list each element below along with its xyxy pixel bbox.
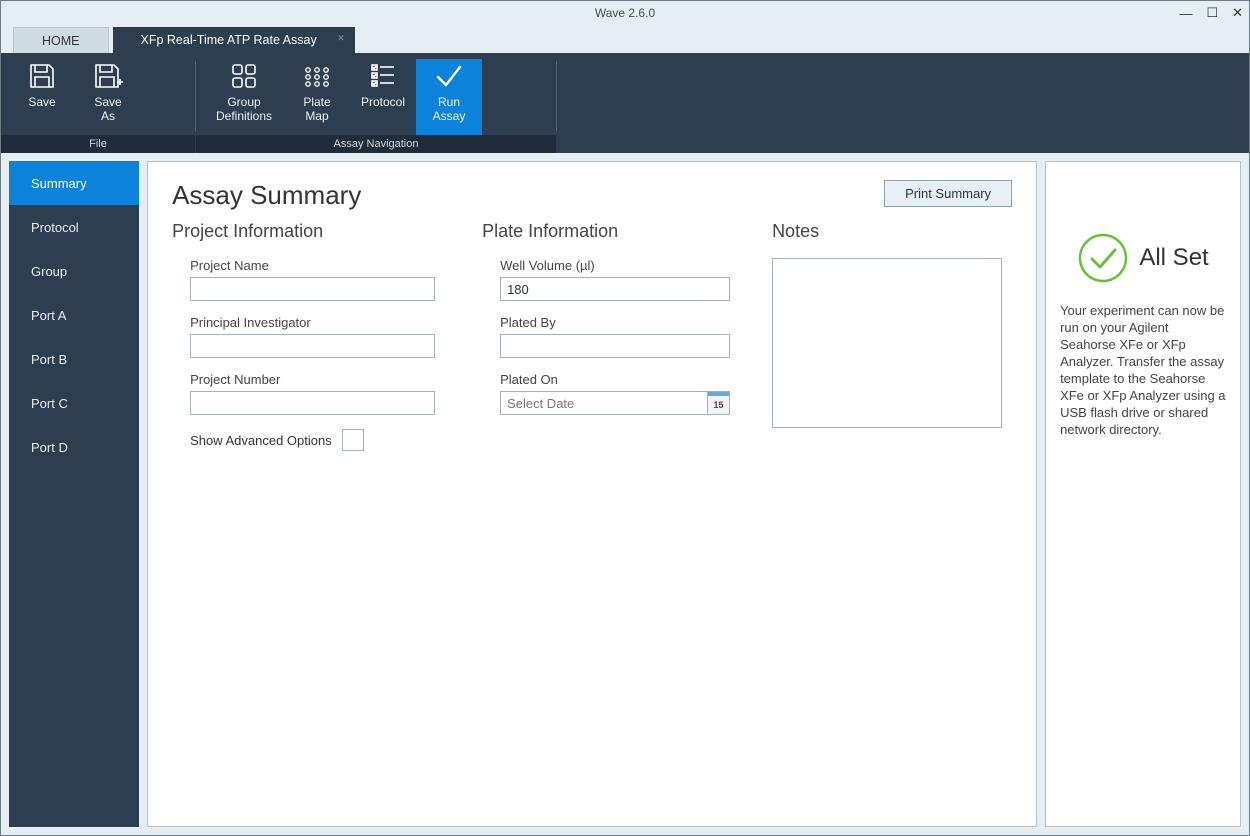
plate-info-heading: Plate Information: [482, 221, 742, 242]
all-set-body: Your experiment can now be run on your A…: [1060, 302, 1226, 438]
run-assay-button[interactable]: Run Assay: [416, 59, 482, 135]
notes-textarea[interactable]: [772, 258, 1002, 428]
run-assay-icon: [433, 61, 465, 91]
show-advanced-row: Show Advanced Options: [172, 429, 452, 451]
window-controls: — ☐ ✕: [1179, 1, 1243, 25]
sidebar-item-protocol[interactable]: Protocol: [9, 205, 139, 249]
sidebar-item-port-a[interactable]: Port A: [9, 293, 139, 337]
document-tabs: HOME XFp Real-Time ATP Rate Assay: [1, 25, 1249, 53]
sidebar-item-port-d[interactable]: Port D: [9, 425, 139, 469]
save-as-label: Save As: [94, 95, 121, 123]
window-title: Wave 2.6.0: [595, 6, 655, 20]
sidebar-item-label: Summary: [31, 176, 87, 191]
tab-active-assay[interactable]: XFp Real-Time ATP Rate Assay: [113, 27, 355, 53]
plate-map-icon: [301, 61, 333, 91]
show-advanced-label: Show Advanced Options: [190, 433, 332, 448]
well-volume-label: Well Volume (µl): [500, 258, 742, 273]
ribbon-group-file: Save Save As File: [1, 53, 195, 153]
print-summary-label: Print Summary: [905, 186, 991, 201]
ribbon-spacer: [557, 53, 1249, 153]
save-icon: [26, 61, 58, 91]
sidebar: Summary Protocol Group Port A Port B Por…: [9, 161, 139, 827]
group-definitions-icon: [228, 61, 260, 91]
save-label: Save: [28, 95, 55, 109]
plated-on-field: 15: [500, 391, 730, 415]
principal-investigator-input[interactable]: [190, 334, 435, 358]
right-panel: All Set Your experiment can now be run o…: [1045, 161, 1241, 827]
print-summary-button[interactable]: Print Summary: [884, 180, 1012, 207]
project-info-section: Project Information Project Name Princip…: [172, 221, 452, 451]
notes-section: Notes: [772, 221, 1012, 451]
minimize-button[interactable]: —: [1179, 6, 1192, 21]
plated-on-input[interactable]: [500, 391, 730, 415]
project-number-label: Project Number: [190, 372, 452, 387]
well-volume-input[interactable]: [500, 277, 730, 301]
app-window: Wave 2.6.0 — ☐ ✕ HOME XFp Real-Time ATP …: [0, 0, 1250, 836]
main-panel: Assay Summary Print Summary Project Info…: [147, 161, 1037, 827]
sidebar-item-label: Port A: [31, 308, 66, 323]
plated-on-label: Plated On: [500, 372, 742, 387]
group-definitions-button[interactable]: Group Definitions: [204, 59, 284, 135]
tab-home-label: HOME: [42, 34, 80, 48]
plate-map-label: Plate Map: [303, 95, 330, 123]
ribbon: Save Save As File Group Definitions: [1, 53, 1249, 153]
project-number-input[interactable]: [190, 391, 435, 415]
ribbon-file-label: File: [1, 135, 195, 153]
save-as-icon: [92, 61, 124, 91]
summary-columns: Project Information Project Name Princip…: [172, 221, 1012, 451]
show-advanced-checkbox[interactable]: [342, 429, 364, 451]
sidebar-item-port-c[interactable]: Port C: [9, 381, 139, 425]
calendar-icon[interactable]: 15: [707, 392, 729, 414]
save-as-button[interactable]: Save As: [75, 59, 141, 135]
ribbon-group-nav: Group Definitions Plate Map: [196, 53, 556, 153]
plate-info-section: Plate Information Well Volume (µl) Plate…: [482, 221, 742, 451]
close-button[interactable]: ✕: [1232, 5, 1243, 21]
save-button[interactable]: Save: [9, 59, 75, 135]
notes-heading: Notes: [772, 221, 1012, 242]
sidebar-item-label: Port D: [31, 440, 68, 455]
checkmark-icon: [1077, 232, 1129, 284]
principal-investigator-label: Principal Investigator: [190, 315, 452, 330]
all-set-header: All Set: [1060, 232, 1226, 284]
ribbon-nav-label: Assay Navigation: [196, 135, 556, 153]
group-definitions-label: Group Definitions: [216, 95, 272, 123]
tab-home[interactable]: HOME: [13, 27, 109, 53]
maximize-button[interactable]: ☐: [1206, 5, 1218, 21]
sidebar-item-label: Port C: [31, 396, 68, 411]
all-set-title: All Set: [1139, 244, 1208, 272]
project-name-label: Project Name: [190, 258, 452, 273]
sidebar-item-port-b[interactable]: Port B: [9, 337, 139, 381]
plated-by-input[interactable]: [500, 334, 730, 358]
protocol-button[interactable]: Protocol: [350, 59, 416, 135]
sidebar-item-group[interactable]: Group: [9, 249, 139, 293]
sidebar-item-label: Protocol: [31, 220, 79, 235]
calendar-day: 15: [714, 401, 724, 409]
sidebar-item-label: Group: [31, 264, 67, 279]
sidebar-item-label: Port B: [31, 352, 67, 367]
tab-active-label: XFp Real-Time ATP Rate Assay: [141, 33, 317, 47]
sidebar-item-summary[interactable]: Summary: [9, 161, 139, 205]
body: Summary Protocol Group Port A Port B Por…: [1, 153, 1249, 835]
plated-by-label: Plated By: [500, 315, 742, 330]
project-info-heading: Project Information: [172, 221, 452, 242]
title-bar: Wave 2.6.0 — ☐ ✕: [1, 1, 1249, 25]
plate-map-button[interactable]: Plate Map: [284, 59, 350, 135]
project-name-input[interactable]: [190, 277, 435, 301]
run-assay-label: Run Assay: [433, 95, 466, 123]
protocol-icon: [367, 61, 399, 91]
protocol-label: Protocol: [361, 95, 405, 109]
